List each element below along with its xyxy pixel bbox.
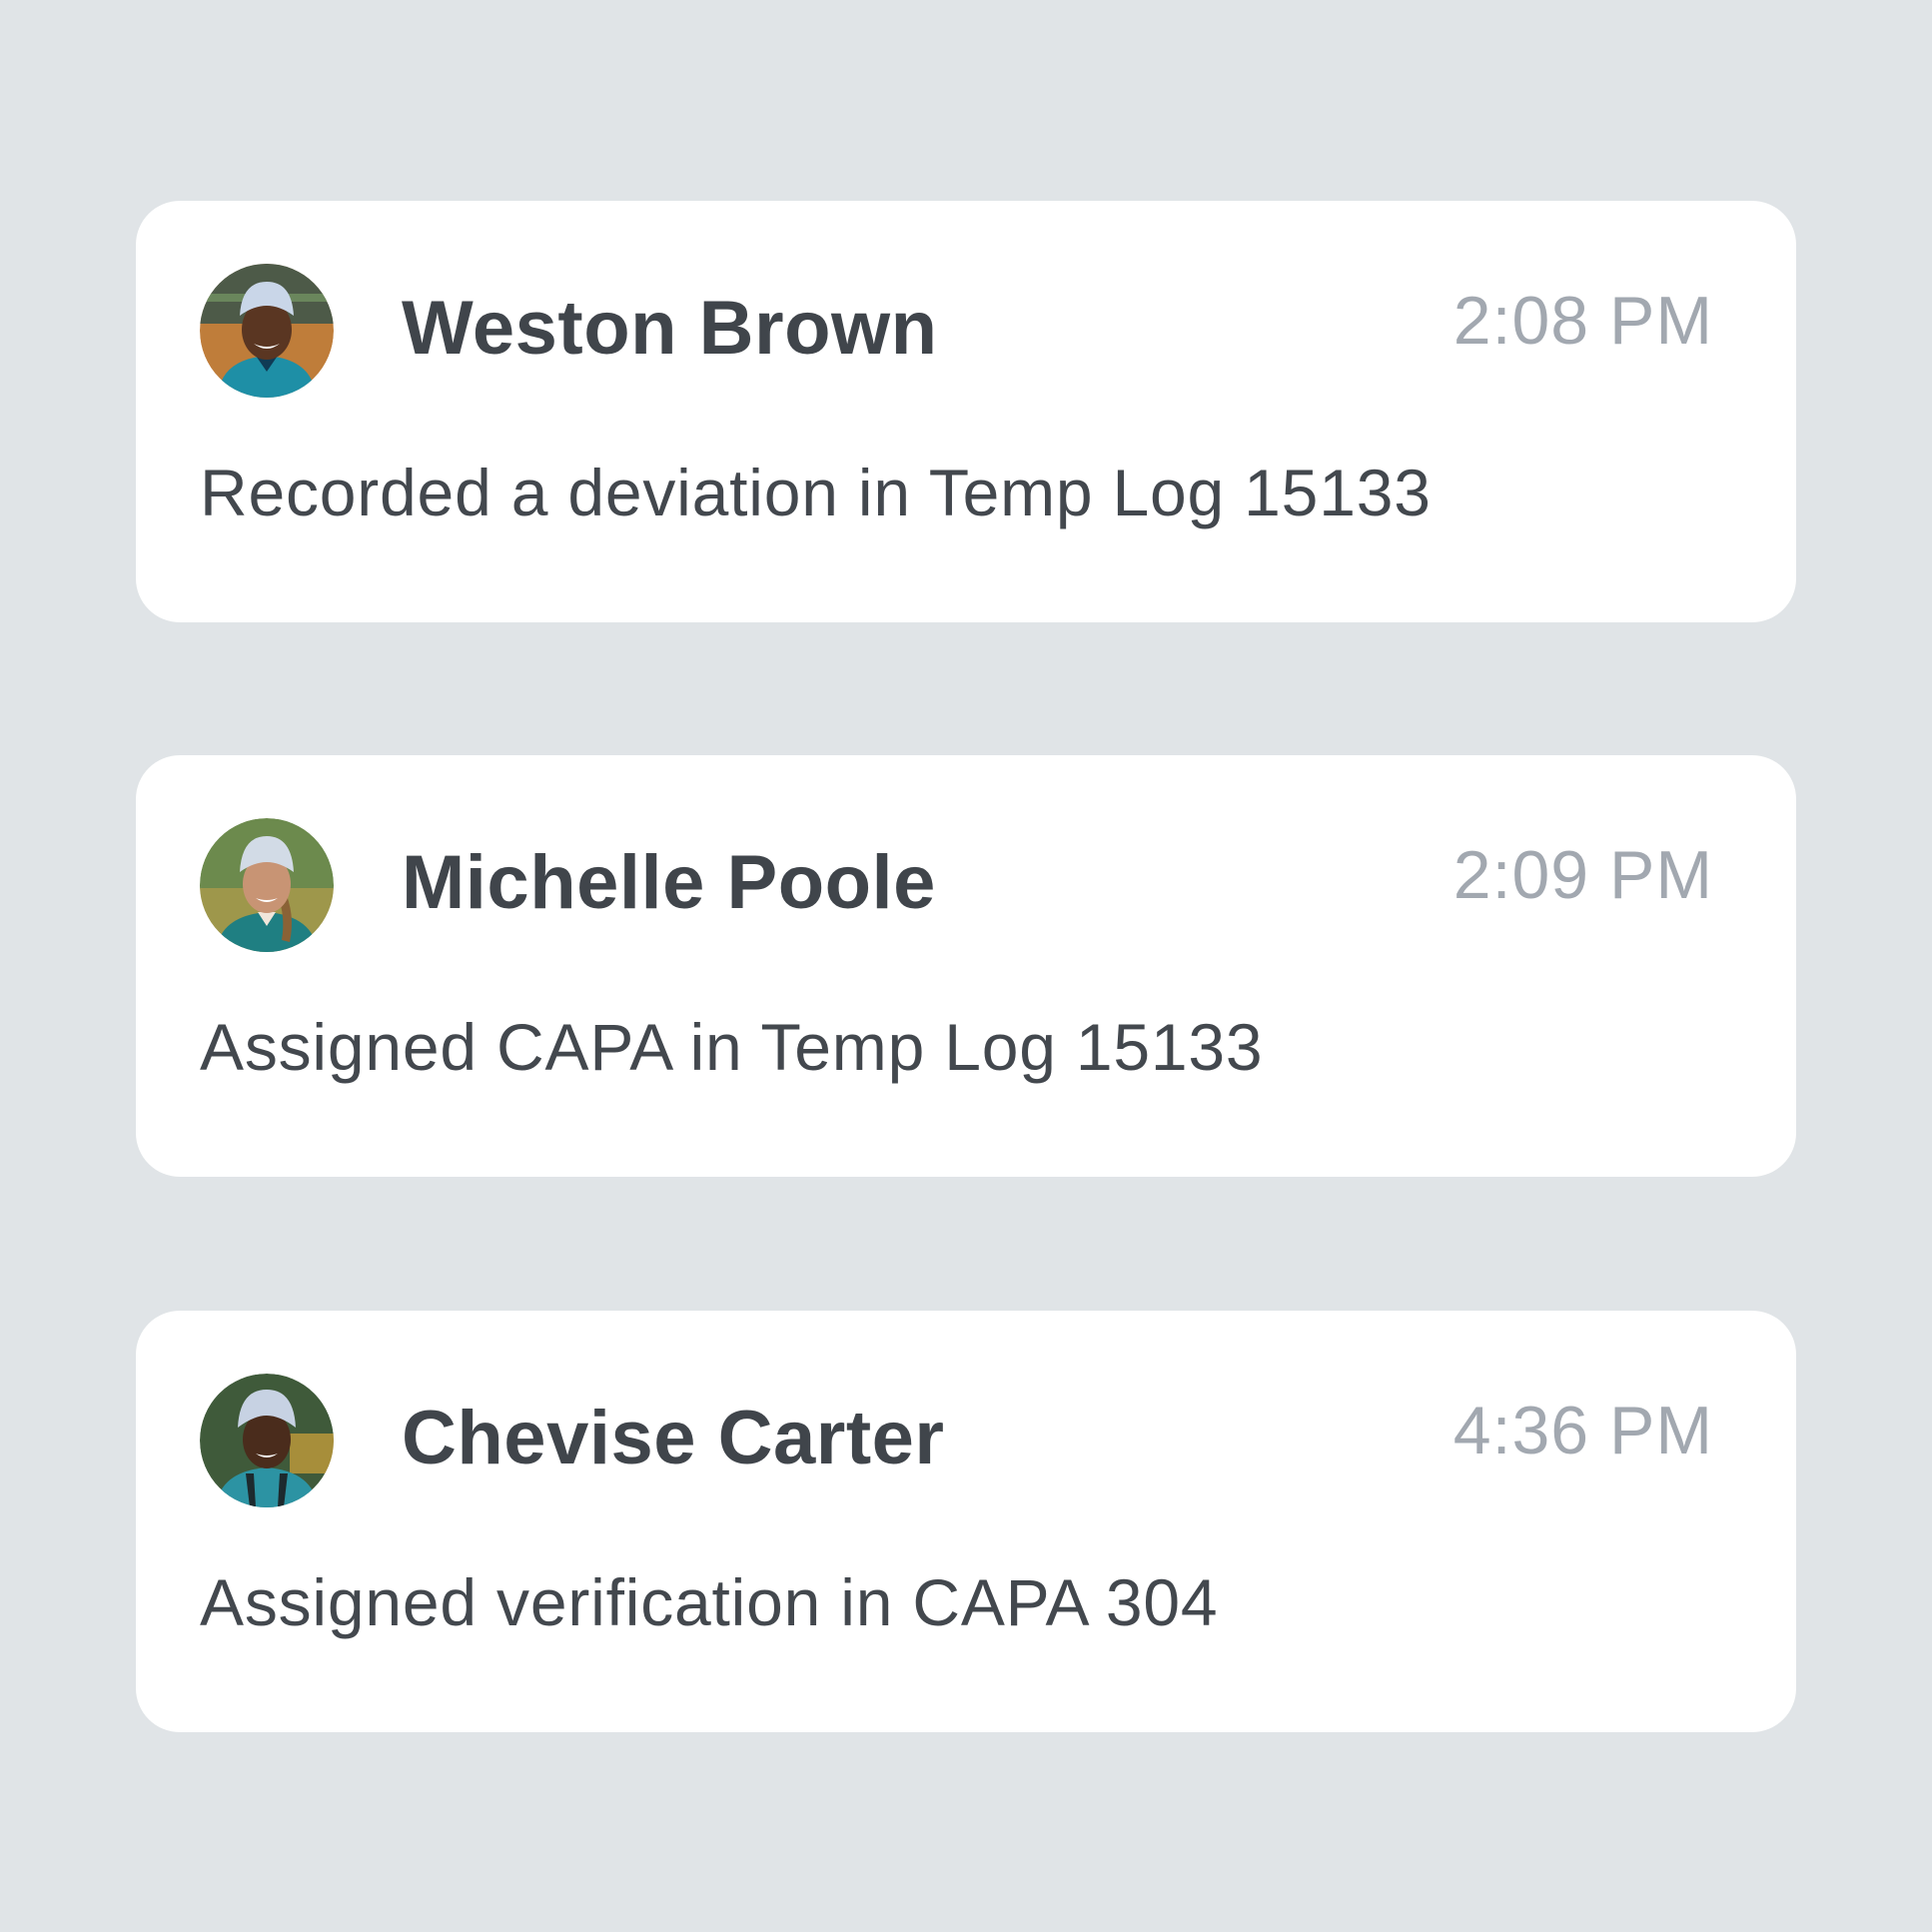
person-avatar-icon <box>200 264 334 398</box>
person-avatar-icon <box>200 1374 334 1507</box>
user-name[interactable]: Michelle Poole <box>402 837 936 929</box>
user-name[interactable]: Chevise Carter <box>402 1393 945 1484</box>
timestamp: 4:36 PM <box>1452 1393 1713 1468</box>
activity-message: Assigned CAPA in Temp Log 15133 <box>200 1010 1264 1084</box>
avatar[interactable] <box>200 1374 334 1507</box>
activity-message: Assigned verification in CAPA 304 <box>200 1565 1219 1639</box>
timestamp: 2:09 PM <box>1452 837 1713 913</box>
user-name[interactable]: Weston Brown <box>402 283 938 375</box>
activity-card[interactable]: Chevise Carter 4:36 PM Assigned verifica… <box>136 1311 1796 1732</box>
avatar[interactable] <box>200 264 334 398</box>
activity-card[interactable]: Weston Brown 2:08 PM Recorded a deviatio… <box>136 201 1796 622</box>
avatar[interactable] <box>200 818 334 952</box>
activity-card[interactable]: Michelle Poole 2:09 PM Assigned CAPA in … <box>136 755 1796 1177</box>
timestamp: 2:08 PM <box>1452 283 1713 359</box>
activity-message: Recorded a deviation in Temp Log 15133 <box>200 456 1432 529</box>
person-avatar-icon <box>200 818 334 952</box>
